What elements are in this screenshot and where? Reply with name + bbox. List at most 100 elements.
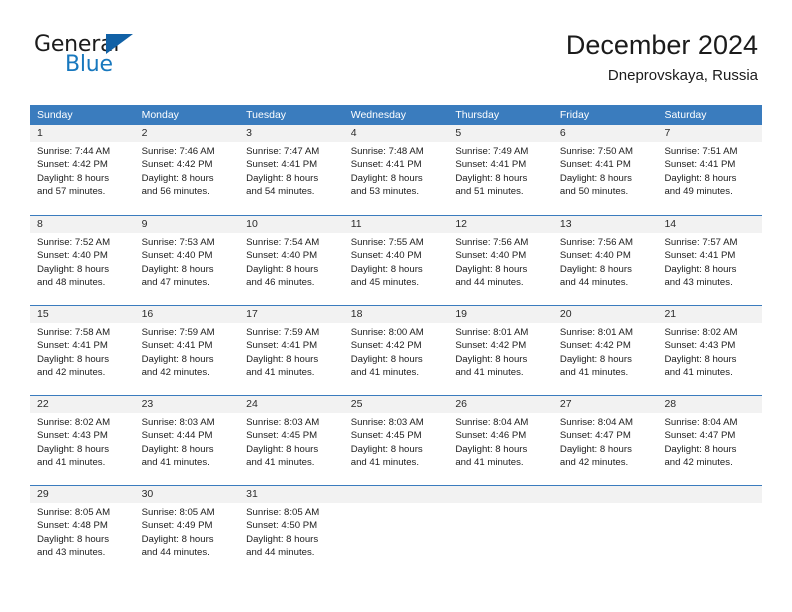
day-details: Sunrise: 7:58 AM Sunset: 4:41 PM Dayligh… <box>30 323 135 380</box>
day-details: Sunrise: 7:46 AM Sunset: 4:42 PM Dayligh… <box>135 142 240 199</box>
day-cell[interactable]: 8 Sunrise: 7:52 AM Sunset: 4:40 PM Dayli… <box>30 216 135 298</box>
day-cell[interactable]: 2 Sunrise: 7:46 AM Sunset: 4:42 PM Dayli… <box>134 125 240 207</box>
sunrise-text: Sunrise: 8:04 AM <box>664 417 738 428</box>
calendar-page: General Blue December 2024 Dneprovskaya,… <box>0 0 792 612</box>
day-number: 3 <box>239 125 344 142</box>
day-number: 21 <box>657 306 763 323</box>
day-cell[interactable]: 15 Sunrise: 7:58 AM Sunset: 4:41 PM Dayl… <box>30 306 135 388</box>
daylight-text-1: Daylight: 8 hours <box>559 353 632 365</box>
day-cell[interactable]: 27 Sunrise: 8:04 AM Sunset: 4:47 PM Dayl… <box>552 396 658 478</box>
general-blue-logo[interactable]: General Blue <box>34 32 254 82</box>
day-cell[interactable]: 1 Sunrise: 7:44 AM Sunset: 4:42 PM Dayli… <box>30 125 135 207</box>
day-cell[interactable]: 3 Sunrise: 7:47 AM Sunset: 4:41 PM Dayli… <box>239 125 344 207</box>
daylight-text-2: and 45 minutes. <box>350 277 420 289</box>
day-cell[interactable]: 30 Sunrise: 8:05 AM Sunset: 4:49 PM Dayl… <box>134 486 240 568</box>
sunset-text: Sunset: 4:41 PM <box>246 340 318 352</box>
weekday-header-monday: Monday <box>141 109 179 121</box>
day-cell[interactable]: 10 Sunrise: 7:54 AM Sunset: 4:40 PM Dayl… <box>239 216 344 298</box>
sunrise-text: Sunrise: 7:49 AM <box>455 146 529 157</box>
day-number: 27 <box>552 396 658 413</box>
day-number: 31 <box>239 486 344 503</box>
day-cell[interactable]: 20 Sunrise: 8:01 AM Sunset: 4:42 PM Dayl… <box>552 306 658 388</box>
day-details: Sunrise: 8:01 AM Sunset: 4:42 PM Dayligh… <box>448 323 553 380</box>
day-cell[interactable]: 22 Sunrise: 8:02 AM Sunset: 4:43 PM Dayl… <box>30 396 135 478</box>
day-number: 26 <box>448 396 553 413</box>
day-cell[interactable]: 24 Sunrise: 8:03 AM Sunset: 4:45 PM Dayl… <box>239 396 344 478</box>
sunset-text: Sunset: 4:40 PM <box>246 250 318 262</box>
sunset-text: Sunset: 4:41 PM <box>559 159 631 171</box>
daylight-text-2: and 42 minutes. <box>141 367 210 379</box>
title-block: December 2024 Dneprovskaya, Russia <box>566 28 758 86</box>
day-cell[interactable]: 14 Sunrise: 7:57 AM Sunset: 4:41 PM Dayl… <box>657 216 763 298</box>
day-cell[interactable]: 5 Sunrise: 7:49 AM Sunset: 4:41 PM Dayli… <box>448 125 553 207</box>
day-number: 30 <box>134 486 240 503</box>
day-cell[interactable]: 4 Sunrise: 7:48 AM Sunset: 4:41 PM Dayli… <box>343 125 449 207</box>
sunrise-text: Sunrise: 8:05 AM <box>37 507 111 518</box>
sunset-text: Sunset: 4:41 PM <box>141 340 213 352</box>
daylight-text-2: and 42 minutes. <box>37 367 106 379</box>
day-cell-empty <box>448 486 553 568</box>
day-details: Sunrise: 7:47 AM Sunset: 4:41 PM Dayligh… <box>239 142 344 199</box>
sunset-text: Sunset: 4:41 PM <box>246 159 318 171</box>
sunrise-text: Sunrise: 7:51 AM <box>664 146 738 157</box>
day-cell[interactable]: 12 Sunrise: 7:56 AM Sunset: 4:40 PM Dayl… <box>448 216 553 298</box>
daylight-text-1: Daylight: 8 hours <box>350 172 423 184</box>
day-cell[interactable]: 17 Sunrise: 7:59 AM Sunset: 4:41 PM Dayl… <box>239 306 344 388</box>
day-details: Sunrise: 8:04 AM Sunset: 4:47 PM Dayligh… <box>657 413 762 470</box>
daylight-text-1: Daylight: 8 hours <box>37 263 109 275</box>
daylight-text-1: Daylight: 8 hours <box>664 443 737 455</box>
daylight-text-2: and 41 minutes. <box>246 457 315 469</box>
weekday-header-tuesday: Tuesday <box>246 109 287 121</box>
day-cell[interactable]: 23 Sunrise: 8:03 AM Sunset: 4:44 PM Dayl… <box>134 396 240 478</box>
daylight-text-1: Daylight: 8 hours <box>141 172 214 184</box>
sunset-text: Sunset: 4:40 PM <box>350 250 422 262</box>
day-cell[interactable]: 18 Sunrise: 8:00 AM Sunset: 4:42 PM Dayl… <box>343 306 449 388</box>
day-cell[interactable]: 26 Sunrise: 8:04 AM Sunset: 4:46 PM Dayl… <box>448 396 553 478</box>
sunset-text: Sunset: 4:42 PM <box>559 340 631 352</box>
sunrise-text: Sunrise: 8:05 AM <box>141 507 215 518</box>
daylight-text-2: and 49 minutes. <box>664 186 733 198</box>
day-details: Sunrise: 7:57 AM Sunset: 4:41 PM Dayligh… <box>657 233 762 290</box>
day-number: 12 <box>448 216 553 233</box>
sunrise-text: Sunrise: 7:54 AM <box>246 237 320 248</box>
day-cell[interactable]: 31 Sunrise: 8:05 AM Sunset: 4:50 PM Dayl… <box>239 486 344 568</box>
day-details: Sunrise: 7:54 AM Sunset: 4:40 PM Dayligh… <box>239 233 344 290</box>
day-number: 24 <box>239 396 344 413</box>
daylight-text-2: and 41 minutes. <box>350 457 420 469</box>
day-number <box>552 486 658 503</box>
sunset-text: Sunset: 4:40 PM <box>559 250 631 262</box>
daylight-text-1: Daylight: 8 hours <box>559 443 632 455</box>
day-cell[interactable]: 19 Sunrise: 8:01 AM Sunset: 4:42 PM Dayl… <box>448 306 553 388</box>
day-number: 8 <box>30 216 135 233</box>
day-number: 4 <box>343 125 449 142</box>
day-details: Sunrise: 7:59 AM Sunset: 4:41 PM Dayligh… <box>239 323 344 380</box>
day-cell[interactable]: 13 Sunrise: 7:56 AM Sunset: 4:40 PM Dayl… <box>552 216 658 298</box>
day-cell[interactable]: 21 Sunrise: 8:02 AM Sunset: 4:43 PM Dayl… <box>657 306 763 388</box>
day-cell[interactable]: 28 Sunrise: 8:04 AM Sunset: 4:47 PM Dayl… <box>657 396 763 478</box>
page-title: December 2024 <box>565 30 758 60</box>
sunset-text: Sunset: 4:41 PM <box>664 250 736 262</box>
day-cell[interactable]: 6 Sunrise: 7:50 AM Sunset: 4:41 PM Dayli… <box>552 125 658 207</box>
day-cell[interactable]: 25 Sunrise: 8:03 AM Sunset: 4:45 PM Dayl… <box>343 396 449 478</box>
daylight-text-2: and 41 minutes. <box>559 367 629 379</box>
sunset-text: Sunset: 4:46 PM <box>455 430 527 442</box>
day-details: Sunrise: 8:01 AM Sunset: 4:42 PM Dayligh… <box>553 323 658 380</box>
sunrise-text: Sunrise: 8:03 AM <box>350 417 424 428</box>
day-details: Sunrise: 7:51 AM Sunset: 4:41 PM Dayligh… <box>657 142 762 199</box>
daylight-text-2: and 42 minutes. <box>664 457 733 469</box>
day-cell[interactable]: 29 Sunrise: 8:05 AM Sunset: 4:48 PM Dayl… <box>30 486 135 568</box>
week-row: 15 Sunrise: 7:58 AM Sunset: 4:41 PM Dayl… <box>30 305 763 388</box>
day-cell[interactable]: 16 Sunrise: 7:59 AM Sunset: 4:41 PM Dayl… <box>134 306 240 388</box>
sunset-text: Sunset: 4:42 PM <box>350 340 422 352</box>
daylight-text-1: Daylight: 8 hours <box>559 263 632 275</box>
sunset-text: Sunset: 4:40 PM <box>141 250 213 262</box>
sunrise-text: Sunrise: 7:44 AM <box>37 146 111 157</box>
day-cell[interactable]: 11 Sunrise: 7:55 AM Sunset: 4:40 PM Dayl… <box>343 216 449 298</box>
daylight-text-1: Daylight: 8 hours <box>350 353 423 365</box>
sunrise-text: Sunrise: 7:56 AM <box>455 237 529 248</box>
day-cell[interactable]: 7 Sunrise: 7:51 AM Sunset: 4:41 PM Dayli… <box>657 125 763 207</box>
weekday-header-friday: Friday <box>559 109 590 121</box>
sunset-text: Sunset: 4:40 PM <box>37 250 108 262</box>
day-details: Sunrise: 7:56 AM Sunset: 4:40 PM Dayligh… <box>448 233 553 290</box>
day-cell[interactable]: 9 Sunrise: 7:53 AM Sunset: 4:40 PM Dayli… <box>134 216 240 298</box>
